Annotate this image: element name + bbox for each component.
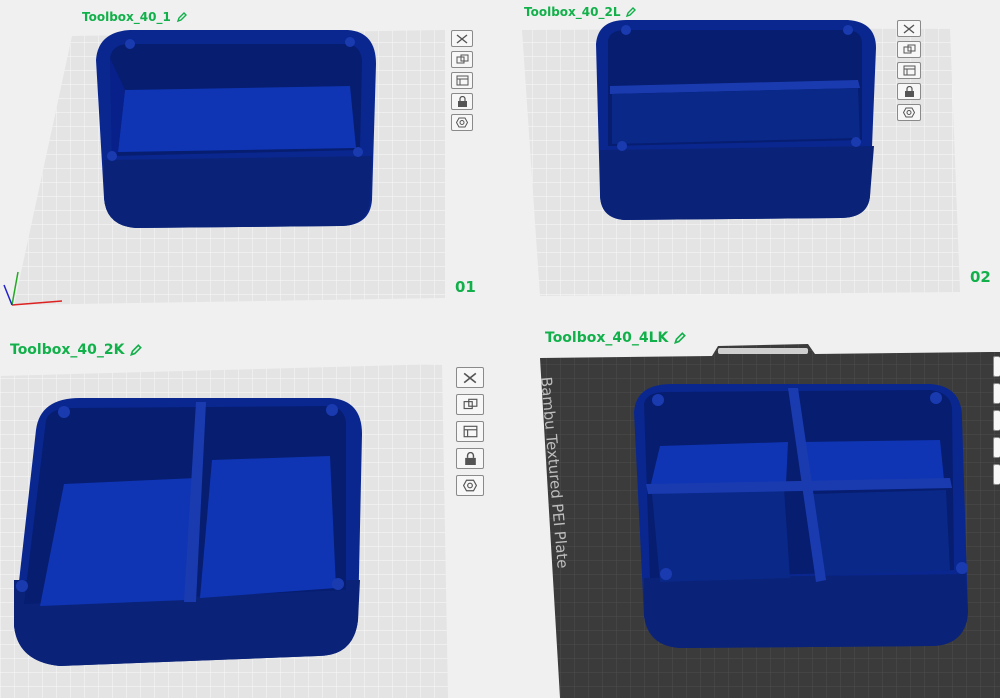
arrange-button[interactable] bbox=[993, 383, 1000, 404]
lock-button[interactable] bbox=[456, 448, 484, 469]
plate-4-toolbar bbox=[993, 356, 1000, 485]
lock-icon bbox=[457, 96, 467, 107]
plate-4-name: Toolbox_40_4LK bbox=[545, 330, 669, 346]
settings-button[interactable] bbox=[456, 475, 484, 496]
settings-button[interactable] bbox=[993, 464, 1000, 485]
plate-2-title[interactable]: Toolbox_40_2L bbox=[524, 5, 637, 19]
lock-icon bbox=[464, 452, 476, 465]
arrange-button[interactable] bbox=[451, 51, 473, 68]
lock-icon bbox=[904, 86, 914, 97]
edit-pencil-icon[interactable] bbox=[129, 343, 143, 357]
layout-button[interactable] bbox=[451, 72, 473, 89]
arrange-button[interactable] bbox=[897, 41, 921, 58]
settings-button[interactable] bbox=[451, 114, 473, 131]
settings-icon bbox=[463, 479, 477, 492]
close-button[interactable] bbox=[897, 20, 921, 37]
plate-3-toolbar bbox=[456, 367, 484, 496]
plate-1-title[interactable]: Toolbox_40_1 bbox=[82, 10, 188, 24]
settings-icon bbox=[903, 107, 915, 118]
close-icon bbox=[903, 23, 915, 34]
layout-icon bbox=[903, 65, 915, 76]
plate-1-number: 01 bbox=[455, 278, 476, 296]
model-toolbox-40-1[interactable] bbox=[96, 30, 376, 228]
lock-button[interactable] bbox=[897, 83, 921, 100]
settings-button[interactable] bbox=[897, 104, 921, 121]
layout-icon bbox=[463, 425, 477, 438]
arrange-icon bbox=[463, 398, 477, 410]
settings-icon bbox=[456, 117, 468, 128]
close-icon bbox=[463, 372, 477, 383]
edit-pencil-icon[interactable] bbox=[673, 331, 687, 345]
arrange-icon bbox=[456, 54, 468, 64]
plate-2-toolbar bbox=[897, 20, 921, 121]
layout-button[interactable] bbox=[456, 421, 484, 442]
edit-pencil-icon[interactable] bbox=[176, 11, 188, 23]
lock-button[interactable] bbox=[451, 93, 473, 110]
plate-3-title[interactable]: Toolbox_40_2K bbox=[10, 342, 143, 358]
layout-button[interactable] bbox=[993, 410, 1000, 431]
model-toolbox-40-4lk[interactable] bbox=[634, 384, 968, 648]
viewport-scene[interactable] bbox=[0, 0, 1000, 698]
model-toolbox-40-2l[interactable] bbox=[596, 20, 876, 220]
close-icon bbox=[456, 33, 468, 44]
plate-1-toolbar bbox=[451, 30, 473, 131]
plate-2-number: 02 bbox=[970, 268, 991, 286]
close-button[interactable] bbox=[451, 30, 473, 47]
close-button[interactable] bbox=[456, 367, 484, 388]
arrange-button[interactable] bbox=[456, 394, 484, 415]
layout-button[interactable] bbox=[897, 62, 921, 79]
edit-pencil-icon[interactable] bbox=[625, 6, 637, 18]
plate-3-name: Toolbox_40_2K bbox=[10, 342, 125, 358]
arrange-icon bbox=[903, 44, 915, 54]
lock-button[interactable] bbox=[993, 437, 1000, 458]
plate-4-title[interactable]: Toolbox_40_4LK bbox=[545, 330, 687, 346]
close-button[interactable] bbox=[993, 356, 1000, 377]
model-toolbox-40-2k[interactable] bbox=[14, 398, 362, 666]
layout-icon bbox=[456, 75, 468, 86]
plate-1-name: Toolbox_40_1 bbox=[82, 10, 171, 24]
plate-2-name: Toolbox_40_2L bbox=[524, 5, 621, 19]
